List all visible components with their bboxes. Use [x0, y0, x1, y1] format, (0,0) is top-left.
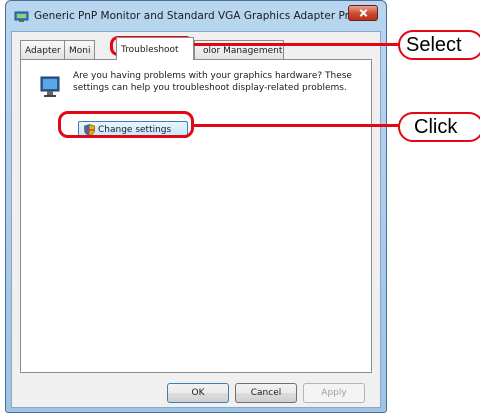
ok-button[interactable]: OK: [167, 383, 229, 403]
troubleshoot-panel: Are you having problems with your graphi…: [20, 59, 372, 373]
apply-button: Apply: [303, 383, 365, 403]
cancel-button[interactable]: Cancel: [235, 383, 297, 403]
monitor-icon: [40, 76, 60, 97]
select-leader-line: [193, 43, 399, 46]
select-callout: Select: [398, 30, 480, 60]
title-bar[interactable]: Generic PnP Monitor and Standard VGA Gra…: [6, 1, 386, 31]
click-callout: Click: [398, 112, 480, 142]
window-title: Generic PnP Monitor and Standard VGA Gra…: [34, 10, 379, 22]
close-button[interactable]: [348, 5, 378, 21]
dialog-client-area: Adapter Moni Troubleshoot olor Managemen…: [11, 31, 381, 408]
change-settings-highlight: [58, 111, 194, 138]
description-line-1: Are you having problems with your graphi…: [73, 71, 352, 81]
tab-monitor[interactable]: Moni: [64, 40, 96, 59]
description-line-2: settings can help you troubleshoot displ…: [73, 83, 347, 93]
tab-adapter[interactable]: Adapter: [20, 40, 66, 59]
troubleshoot-description: Are you having problems with your graphi…: [73, 70, 352, 94]
tab-troubleshoot[interactable]: Troubleshoot: [116, 37, 194, 60]
click-leader-line: [193, 124, 399, 127]
properties-dialog: Generic PnP Monitor and Standard VGA Gra…: [5, 0, 387, 413]
display-adapter-icon: [14, 11, 29, 22]
